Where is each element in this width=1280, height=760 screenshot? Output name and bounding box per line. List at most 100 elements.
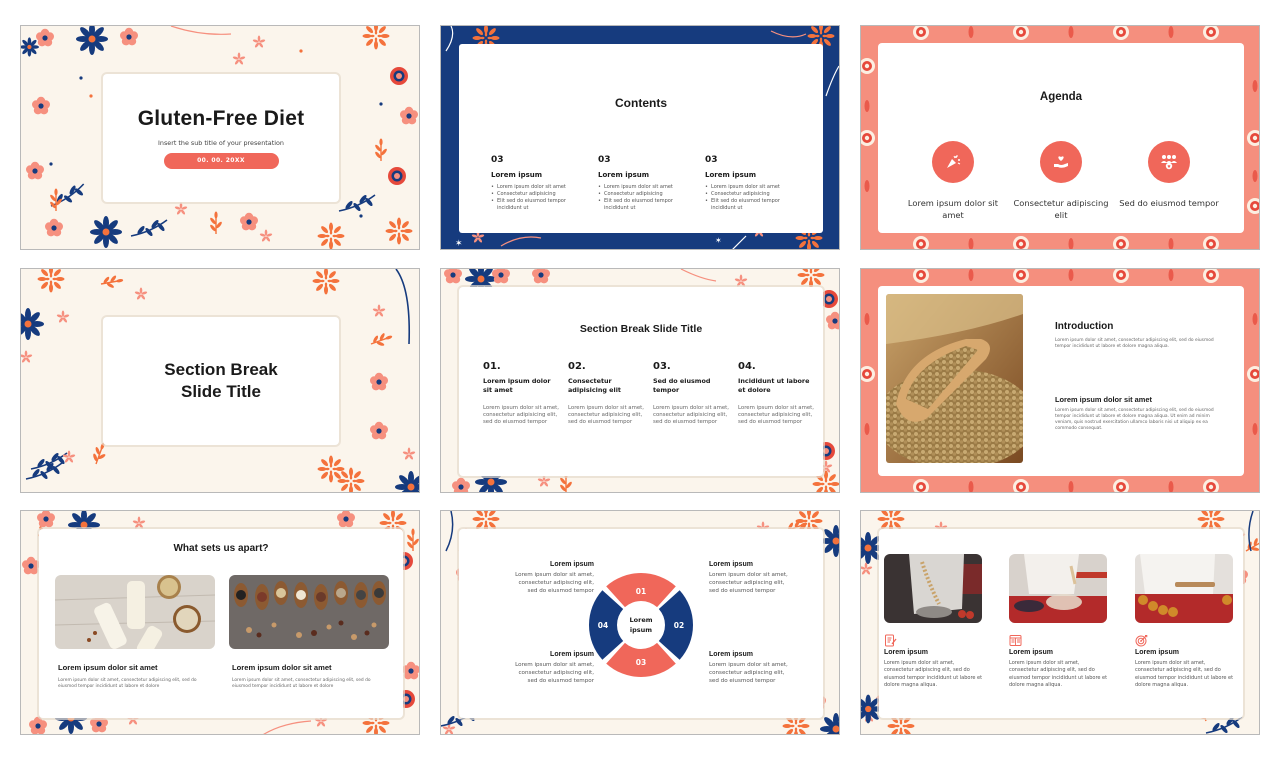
numbered-column: 02. Consectetur adipisicing elit Lorem i… (568, 361, 644, 426)
column-heading: Incididunt ut labore et dolore (738, 377, 810, 394)
step-heading: Lorem ipsum (1135, 649, 1179, 656)
contents-title: Contents (615, 96, 667, 110)
slide-thumbnail-title[interactable]: Gluten-Free Diet Insert the sub title of… (20, 25, 420, 250)
cycle-text-block: Lorem ipsum Lorem ipsum dolor sit amet, c… (709, 651, 809, 685)
comparison-card: What sets us apart? Lorem ipsum dolor si… (39, 529, 403, 718)
svg-text:✶: ✶ (455, 239, 463, 249)
introduction-body: Lorem ipsum dolor sit amet, consectetur … (1055, 338, 1214, 349)
column-number: 03. (653, 361, 671, 372)
feature-heading: Lorem ipsum dolor sit amet (58, 663, 158, 672)
section-heading: Lorem ipsum (598, 171, 650, 179)
block-heading: Lorem ipsum (550, 651, 594, 658)
grains-in-spoons-photo (229, 575, 389, 649)
step-column: Lorem ipsum Lorem ipsum dolor sit amet, … (1135, 554, 1235, 690)
slide-thumbnail-cycle-diagram[interactable]: Lorem ipsum Lorem ipsum dolor sit amet, c… (440, 510, 840, 735)
slide-thumbnail-four-columns[interactable]: Section Break Slide Title 01. Lorem ipsu… (440, 268, 840, 493)
section-heading: Lorem ipsum (491, 171, 543, 179)
slide-title: Section Break Slide Title (579, 323, 703, 335)
title-card: Gluten-Free Diet Insert the sub title of… (103, 74, 339, 202)
contents-card: Contents 03 Lorem ipsum Lorem ipsum dolo… (459, 44, 823, 233)
steps-card: Lorem ipsum Lorem ipsum dolor sit amet, … (879, 529, 1243, 718)
agenda-item-label: Sed do eiusmod tempor (1119, 198, 1219, 208)
contents-column: 03 Lorem ipsum Lorem ipsum dolor sit ame… (598, 155, 698, 212)
bullet-item: Elit sed do eiusmod tempor incididunt ut (598, 198, 698, 212)
team-heart-icon (1148, 141, 1190, 183)
step-heading: Lorem ipsum (1009, 649, 1053, 656)
bullet-list: Lorem ipsum dolor sit amet Consectetur a… (705, 184, 805, 212)
bullet-item: Consectetur adipisicing (705, 191, 805, 198)
secondary-heading: Lorem ipsum dolor sit amet (1055, 395, 1152, 404)
pouring-into-bowl-photo (1009, 554, 1107, 623)
introduction-section: Introduction Lorem ipsum dolor sit amet,… (1055, 321, 1215, 350)
introduction-title: Introduction (1055, 321, 1114, 332)
block-body: Lorem ipsum dolor sit amet, consectetur a… (515, 572, 594, 594)
plant-milk-bottles-photo (55, 575, 215, 649)
ring-label-03: 03 (636, 658, 646, 667)
slide-thumbnail-what-sets-us-apart[interactable]: What sets us apart? Lorem ipsum dolor si… (20, 510, 420, 735)
buckwheat-scoop-photo (886, 294, 1023, 463)
introduction-card: Introduction Lorem ipsum dolor sit amet,… (878, 286, 1244, 476)
contents-column: 03 Lorem ipsum Lorem ipsum dolor sit ame… (705, 155, 805, 212)
cycle-text-block: Lorem ipsum Lorem ipsum dolor sit amet, c… (709, 561, 809, 595)
ring-center-label: Lorem (630, 616, 653, 624)
ring-label-02: 02 (674, 621, 684, 630)
heart-in-hand-icon (1040, 141, 1082, 183)
date-badge: 00. 00. 20XX (163, 153, 279, 169)
slide-thumbnail-agenda[interactable]: Agenda Lorem ipsum dolor sit amet Consec… (860, 25, 1260, 250)
step-column: Lorem ipsum Lorem ipsum dolor sit amet, … (1009, 554, 1109, 690)
block-heading: Lorem ipsum (709, 561, 753, 568)
secondary-body: Lorem ipsum dolor sit amet, consectetur … (1055, 408, 1214, 431)
feature-heading: Lorem ipsum dolor sit amet (232, 663, 332, 672)
agenda-item: Lorem ipsum dolor sit amet (898, 141, 1008, 221)
cycle-ring-diagram: 01 02 03 04 Lorem ipsum (589, 573, 693, 677)
four-columns-card: Section Break Slide Title 01. Lorem ipsu… (459, 287, 823, 476)
column-number: 01. (483, 361, 501, 372)
step-body: Lorem ipsum dolor sit amet, consectetur … (884, 660, 983, 689)
bullet-item: Consectetur adipisicing (598, 191, 698, 198)
presentation-subtitle: Insert the sub title of your presentatio… (158, 139, 284, 147)
section-number: 03 (598, 155, 611, 165)
bullet-item: Lorem ipsum dolor sit amet (491, 184, 591, 191)
block-heading: Lorem ipsum (550, 561, 594, 568)
cycle-text-block: Lorem ipsum Lorem ipsum dolor sit amet, c… (494, 651, 594, 685)
column-number: 04. (738, 361, 756, 372)
feature-column: Lorem ipsum dolor sit amet Lorem ipsum d… (229, 575, 389, 690)
block-heading: Lorem ipsum (709, 651, 753, 658)
cycle-card: Lorem ipsum Lorem ipsum dolor sit amet, c… (459, 529, 823, 718)
numbered-column: 01. Lorem ipsum dolor sit amet Lorem ips… (483, 361, 559, 426)
slide-thumbnail-contents[interactable]: ✶ ✶ Contents 03 Lorem ipsum Lorem ipsum d… (440, 25, 840, 250)
presentation-title: Gluten-Free Diet (137, 107, 305, 130)
bullet-list: Lorem ipsum dolor sit amet Consectetur a… (598, 184, 698, 212)
block-body: Lorem ipsum dolor sit amet, consectetur a… (709, 662, 788, 684)
bullet-item: Lorem ipsum dolor sit amet (705, 184, 805, 191)
ring-center-label: ipsum (630, 626, 652, 634)
contents-column: 03 Lorem ipsum Lorem ipsum dolor sit ame… (491, 155, 591, 212)
bullet-item: Lorem ipsum dolor sit amet (598, 184, 698, 191)
section-number: 03 (491, 155, 504, 165)
column-heading: Lorem ipsum dolor sit amet (483, 377, 551, 394)
column-body: Lorem ipsum dolor sit amet, consectetur … (738, 405, 814, 425)
slide-thumbnail-three-steps[interactable]: Lorem ipsum Lorem ipsum dolor sit amet, … (860, 510, 1260, 735)
step-body: Lorem ipsum dolor sit amet, consectetur … (1009, 660, 1108, 689)
browser-layout-icon (1009, 632, 1109, 646)
target-icon (1135, 632, 1235, 647)
column-body: Lorem ipsum dolor sit amet, consectetur … (653, 405, 729, 425)
slide-thumbnail-introduction[interactable]: Introduction Lorem ipsum dolor sit amet,… (860, 268, 1260, 493)
ring-label-01: 01 (636, 587, 646, 596)
ring-label-04: 04 (598, 621, 608, 630)
agenda-item-label: Consectetur adipiscing elit (1013, 198, 1109, 220)
rolling-dough-photo (1135, 554, 1233, 623)
section-heading: Lorem ipsum (705, 171, 757, 179)
tossing-flour-photo (884, 554, 982, 623)
step-column: Lorem ipsum Lorem ipsum dolor sit amet, … (884, 554, 984, 690)
numbered-column: 04. Incididunt ut labore et dolore Lorem… (738, 361, 814, 426)
agenda-title: Agenda (1039, 91, 1083, 103)
feature-column: Lorem ipsum dolor sit amet Lorem ipsum d… (55, 575, 215, 690)
step-heading: Lorem ipsum (884, 649, 928, 656)
slide-thumbnail-section-break[interactable]: Section Break Slide Title (20, 268, 420, 493)
bullet-item: Consectetur adipisicing (491, 191, 591, 198)
document-edit-icon (884, 632, 984, 647)
section-number: 03 (705, 155, 718, 165)
section-title: Section Break Slide Title (164, 359, 277, 403)
svg-text:✶: ✶ (715, 236, 722, 245)
